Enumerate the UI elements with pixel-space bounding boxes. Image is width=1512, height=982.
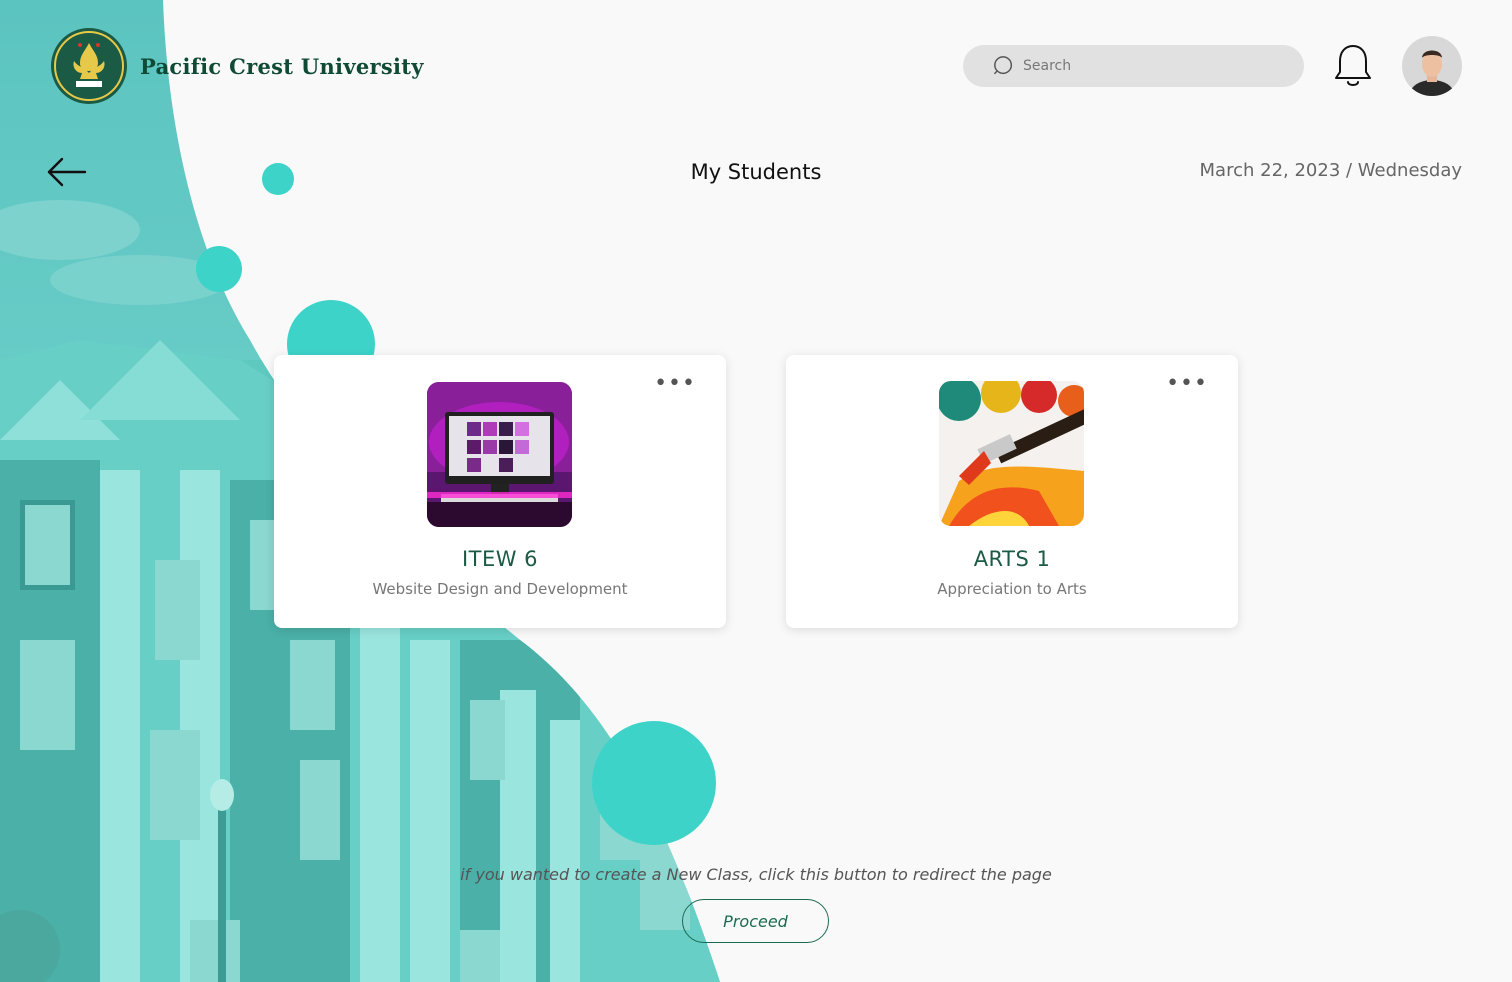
class-code: ARTS 1 [973,547,1051,571]
create-class-hint: if you wanted to create a New Class, cli… [460,865,1052,884]
class-code: ITEW 6 [461,547,539,571]
class-card[interactable]: ••• ITEW 6 Website Design and Developmen… [274,355,726,628]
university-crest-icon [51,28,127,104]
user-avatar[interactable] [1402,36,1462,96]
more-horizontal-icon[interactable]: ••• [654,373,696,395]
class-card[interactable]: ••• ARTS 1 Appreciation to Arts [786,355,1238,628]
background-campus-art [0,0,720,982]
computer-monitor-image [427,382,572,527]
bell-icon[interactable] [1333,42,1373,90]
current-date: March 22, 2023 / Wednesday [1199,160,1462,181]
search-bar[interactable] [963,45,1304,87]
search-icon [994,56,1013,75]
paint-brush-image [939,381,1084,526]
class-thumbnail [939,381,1084,526]
class-name: Website Design and Development [372,580,628,598]
proceed-button[interactable]: Proceed [682,899,829,943]
class-thumbnail [427,382,572,527]
search-input[interactable] [1023,58,1263,74]
university-logo[interactable]: Pacific Crest University [50,27,424,105]
class-name: Appreciation to Arts [937,580,1087,598]
university-name: Pacific Crest University [140,53,424,79]
avatar-icon [1402,36,1462,96]
more-horizontal-icon[interactable]: ••• [1166,373,1208,395]
